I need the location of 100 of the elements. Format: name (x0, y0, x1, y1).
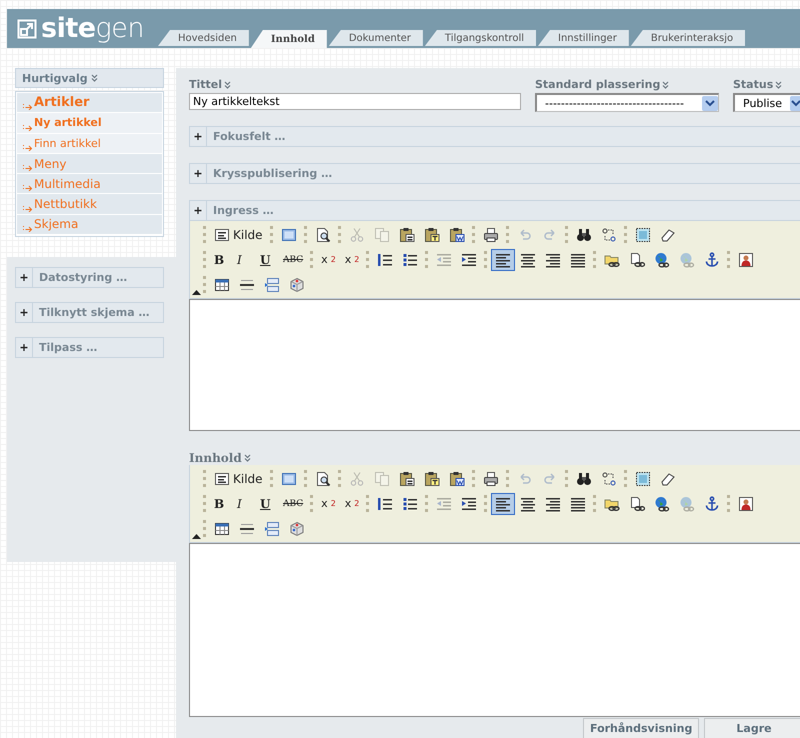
double-chevron-icon (662, 80, 670, 88)
select-all-icon (634, 226, 651, 242)
source-icon (214, 470, 230, 486)
image-icon (738, 252, 754, 268)
collapsible-panel[interactable]: + Datostyring … (15, 267, 164, 288)
paste-word-icon (448, 226, 465, 242)
tab[interactable]: Dokumenter (328, 30, 423, 46)
logo-text: sitegen (41, 15, 144, 42)
page-break-icon (264, 276, 280, 292)
replace-icon (600, 470, 617, 486)
panel-title: Fokusfelt … (212, 130, 286, 143)
tab[interactable]: Innhold (250, 30, 327, 48)
dropdown-icon (790, 96, 800, 110)
arrow-icon (23, 224, 33, 232)
collapsible-panel[interactable]: + Tilpass … (15, 337, 164, 358)
collapsible-panel[interactable]: + Fokusfelt … (189, 126, 800, 147)
align-center-icon (520, 252, 536, 268)
arrow-icon (23, 163, 33, 172)
tab[interactable]: Innstillinger (538, 30, 629, 46)
replace-icon (600, 226, 617, 242)
paste-word-icon (448, 470, 465, 486)
expand-toggle[interactable]: + (16, 268, 33, 288)
preview-button[interactable]: Forhåndsvisning (583, 718, 699, 738)
arrow-icon (23, 204, 33, 212)
bold-button[interactable]: B (210, 492, 232, 514)
document-link-icon (629, 252, 646, 268)
collapse-icon[interactable] (192, 290, 201, 295)
cube-icon (289, 520, 305, 536)
field-label: Status (733, 78, 774, 91)
expand-toggle[interactable]: + (190, 201, 207, 220)
tab[interactable]: Hovedsiden (158, 30, 249, 46)
italic-button[interactable]: I (233, 492, 255, 514)
eraser-icon (660, 470, 676, 486)
underline-button[interactable]: U (256, 248, 278, 270)
preview-icon (314, 226, 331, 242)
outdent-icon (436, 496, 452, 512)
arrow-icon (23, 183, 33, 192)
cut-icon (348, 470, 365, 486)
print-icon (482, 470, 499, 486)
source-button[interactable]: Kilde (210, 468, 267, 490)
title-input[interactable]: Ny artikkeltekst (189, 93, 521, 110)
preview-icon (314, 470, 331, 486)
panel-title: Tilknytt skjema … (38, 306, 150, 320)
paste-text-icon (424, 226, 440, 242)
align-center-icon (520, 496, 536, 512)
italic-button[interactable]: I (233, 248, 255, 270)
copy-icon (374, 470, 390, 486)
align-left-button[interactable] (491, 248, 516, 270)
align-right-icon (545, 496, 562, 512)
copy-icon (374, 226, 390, 242)
source-button[interactable]: Kilde (210, 224, 267, 246)
status-select[interactable]: Publise (733, 93, 800, 112)
collapsible-panel[interactable]: + Tilknytt skjema … (15, 302, 164, 324)
justify-icon (570, 496, 586, 512)
expand-toggle[interactable]: + (190, 164, 207, 183)
collapsible-panel[interactable]: + Ingress … (189, 200, 800, 221)
align-left-button[interactable] (491, 492, 516, 514)
arrow-icon (23, 122, 33, 131)
align-left-icon (495, 496, 512, 512)
underline-button[interactable]: U (256, 492, 278, 514)
collapsible-panel[interactable]: + Krysspublisering … (189, 163, 800, 184)
tab[interactable]: Tilgangskontroll (424, 30, 536, 46)
find-icon (576, 470, 592, 486)
field-label: Standard plassering (535, 78, 660, 91)
script-button[interactable]: x$^{2}$ (340, 492, 364, 514)
print-icon (482, 226, 499, 242)
tab[interactable]: Brukerinteraksjo (630, 30, 746, 46)
bullet-list-icon (402, 252, 418, 268)
indent-icon (461, 496, 478, 512)
align-left-icon (495, 252, 512, 268)
expand-toggle[interactable]: + (190, 127, 207, 146)
bold-button[interactable]: B (210, 248, 232, 270)
cut-icon (348, 226, 365, 242)
numbered-list-icon (377, 252, 394, 268)
paste-text-icon (424, 470, 440, 486)
save-button[interactable]: Lagre (704, 718, 800, 738)
script-button[interactable]: x$^{2}$ (340, 248, 364, 270)
globe-link-icon (679, 252, 696, 268)
table-icon (214, 276, 230, 292)
globe-link-icon (654, 496, 670, 512)
logo-icon (17, 18, 37, 38)
strike-button[interactable]: ABC (279, 492, 308, 514)
globe-link-icon (679, 496, 696, 512)
find-icon (576, 226, 592, 242)
expand-toggle[interactable]: + (16, 303, 33, 322)
templates-icon (280, 226, 297, 242)
anchor-icon (704, 496, 720, 512)
eraser-icon (660, 226, 676, 242)
numbered-list-icon (377, 496, 394, 512)
expand-toggle[interactable]: + (16, 338, 33, 358)
cube-icon (289, 276, 305, 292)
panel-title: Krysspublisering … (212, 167, 332, 180)
collapse-icon[interactable] (192, 534, 201, 539)
strike-button[interactable]: ABC (279, 248, 308, 270)
placement-select[interactable]: ----------------------------------- (535, 93, 719, 112)
double-chevron-icon (224, 80, 232, 88)
double-chevron-icon (244, 454, 251, 462)
table-icon (214, 520, 230, 536)
arrow-icon (23, 142, 33, 151)
paste-icon (398, 226, 415, 242)
